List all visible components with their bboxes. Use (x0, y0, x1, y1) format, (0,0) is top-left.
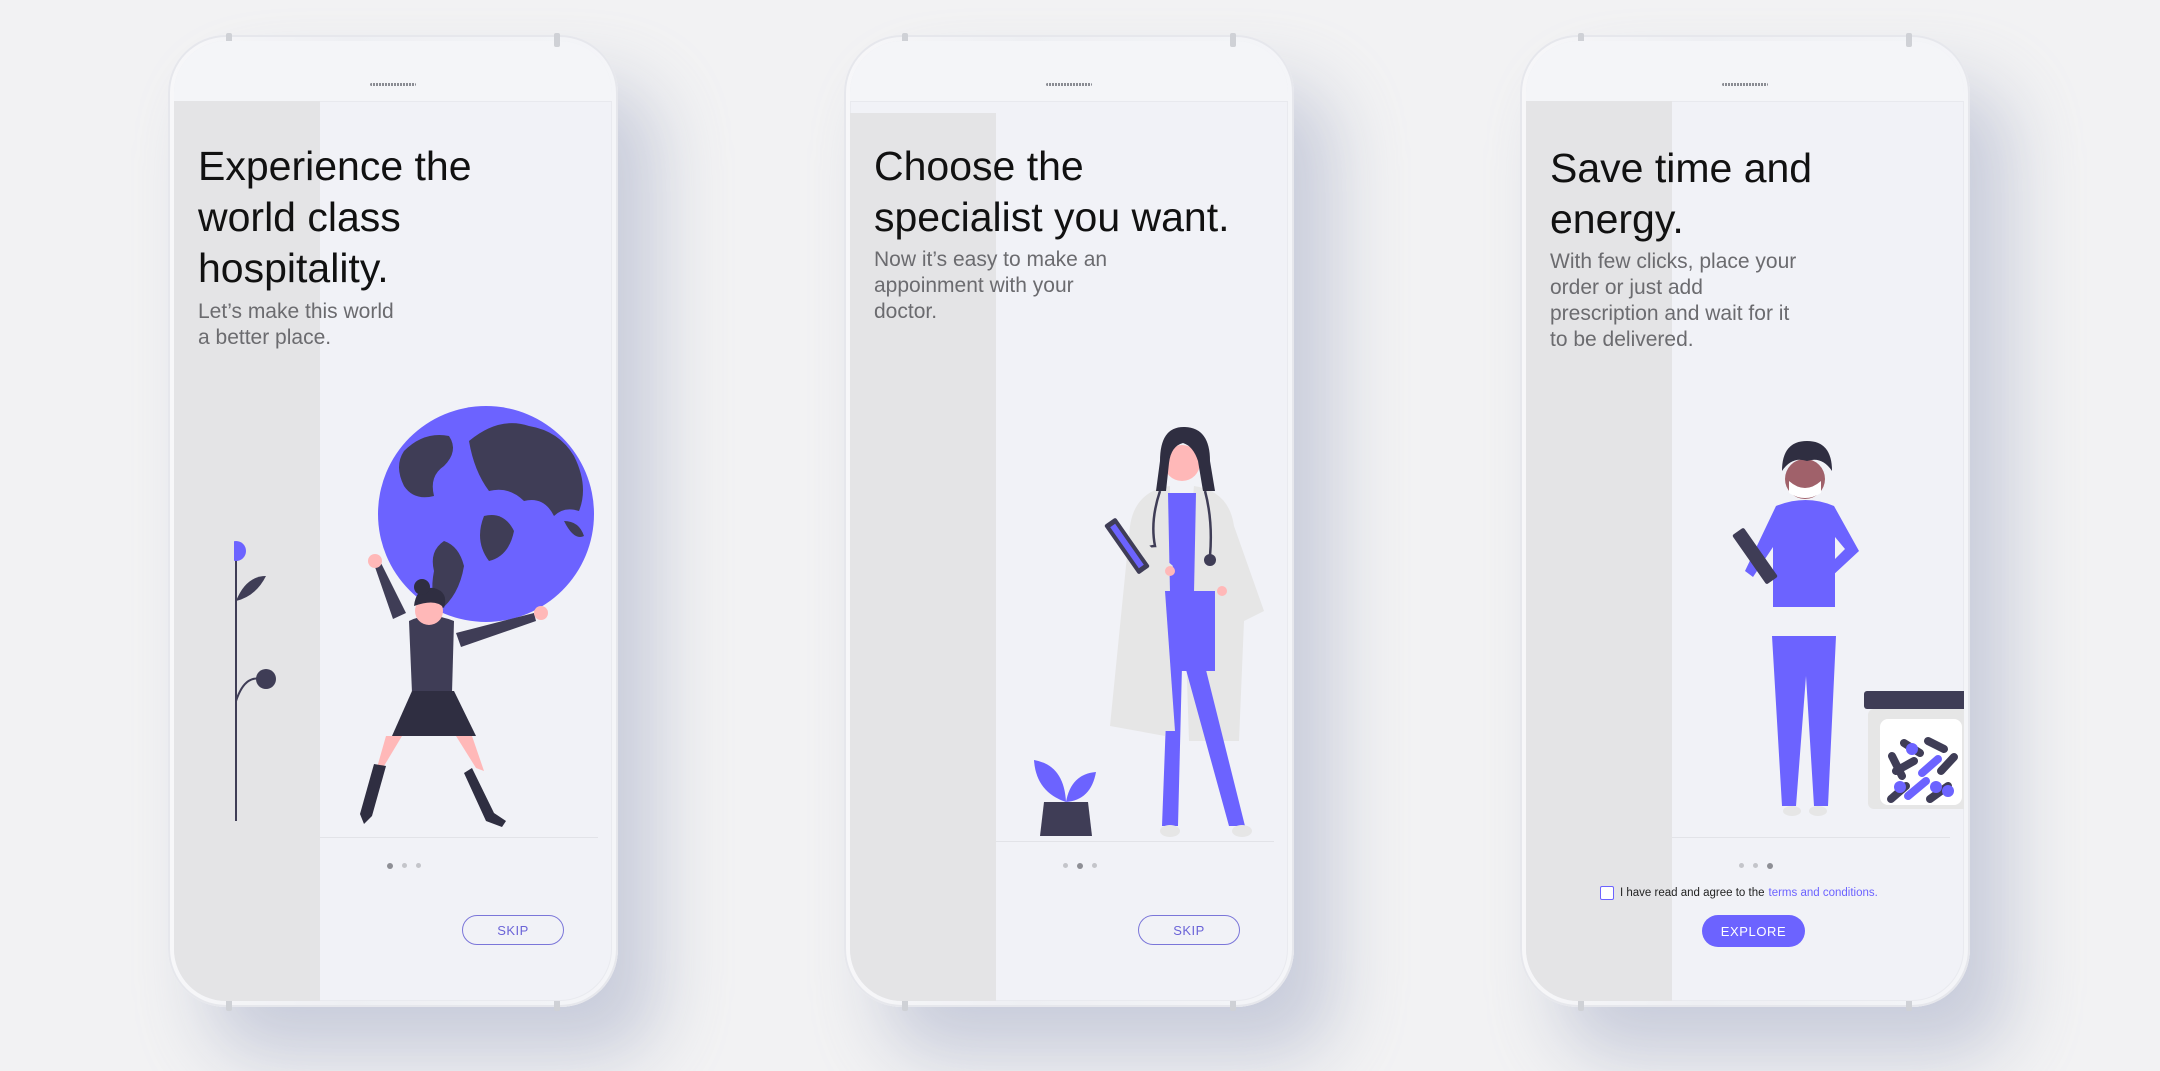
subtitle-line: a better place. (198, 326, 332, 349)
page-subtitle: Now it’s easy to make an appoinment with… (874, 247, 1174, 325)
page-indicator (1739, 862, 1773, 869)
onboarding-screen-1: Experience the world class hospitality. … (174, 41, 612, 1001)
status-bar (850, 41, 1288, 102)
title-line: Choose the (874, 143, 1084, 189)
floor-line (996, 841, 1274, 842)
page-dot (1063, 863, 1068, 868)
terms-link[interactable]: terms and conditions. (1769, 887, 1878, 899)
title-line: specialist you want. (874, 194, 1230, 240)
terms-label: I have read and agree to the (1620, 887, 1765, 899)
subtitle-line: prescription and wait for it (1550, 302, 1790, 325)
page-dot (416, 863, 421, 868)
speaker-grille (1722, 83, 1768, 86)
phone-frame-2: Choose the specialist you want. Now it’s… (844, 33, 1294, 1011)
page-dot (402, 863, 407, 868)
subtitle-line: appoinment with your (874, 274, 1074, 297)
speaker-grille (370, 83, 416, 86)
page-indicator (1063, 862, 1097, 869)
onboarding-screen-3: Save time and energy. With few clicks, p… (1526, 41, 1964, 1001)
subtitle-line: doctor. (874, 300, 938, 323)
phone-frame-3: Save time and energy. With few clicks, p… (1520, 33, 1970, 1011)
subtitle-line: order or just add (1550, 276, 1703, 299)
page-dot-active (387, 862, 393, 869)
subtitle-line: Now it’s easy to make an (874, 248, 1108, 271)
subtitle-line: With few clicks, place your (1550, 250, 1797, 273)
page-dot-active (1077, 862, 1083, 869)
woman-carrying-globe-illustration (234, 406, 594, 827)
page-title: Choose the specialist you want. (874, 141, 1288, 243)
terms-checkbox[interactable] (1600, 886, 1614, 900)
title-line: energy. (1550, 196, 1684, 242)
onboarding-screen-2: Choose the specialist you want. Now it’s… (850, 41, 1288, 1001)
title-line: world class (198, 194, 401, 240)
page-dot (1753, 863, 1758, 868)
floor-line (1672, 837, 1950, 838)
terms-agreement: I have read and agree to the terms and c… (1600, 886, 1878, 900)
page-title: Save time and energy. (1550, 143, 1964, 245)
status-bar (1526, 41, 1964, 102)
title-line: Experience the (198, 143, 472, 189)
nurse-with-pill-jar-illustration (1732, 441, 1964, 816)
page-title: Experience the world class hospitality. (198, 141, 612, 294)
status-bar (174, 41, 612, 102)
page-dot (1092, 863, 1097, 868)
floor-line (320, 837, 598, 838)
page-dot (1739, 863, 1744, 868)
skip-button[interactable]: SKIP (1138, 915, 1240, 945)
page-indicator (387, 862, 421, 869)
subtitle-line: to be delivered. (1550, 328, 1694, 351)
subtitle-line: Let’s make this world (198, 300, 394, 323)
page-subtitle: With few clicks, place your order or jus… (1550, 249, 1850, 353)
skip-button[interactable]: SKIP (462, 915, 564, 945)
doctor-with-stethoscope-illustration (1034, 426, 1264, 837)
title-line: Save time and (1550, 145, 1813, 191)
phone-frame-1: Experience the world class hospitality. … (168, 33, 618, 1011)
page-subtitle: Let’s make this world a better place. (198, 299, 498, 351)
explore-button[interactable]: EXPLORE (1702, 915, 1805, 947)
title-line: hospitality. (198, 245, 389, 291)
page-dot-active (1767, 862, 1773, 869)
speaker-grille (1046, 83, 1092, 86)
